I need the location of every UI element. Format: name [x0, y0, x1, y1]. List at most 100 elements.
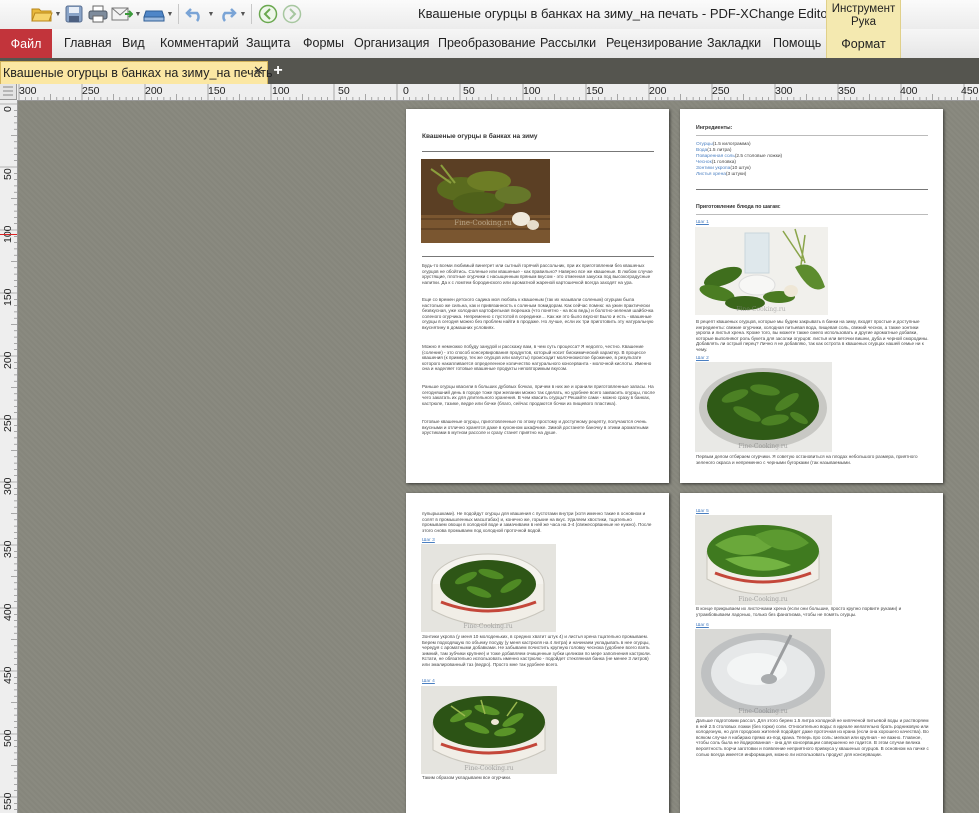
chevron-down-icon[interactable]: ▼: [166, 3, 174, 25]
chevron-down-icon[interactable]: ▼: [207, 3, 215, 25]
intro-paragraph: Можно я немножко побуду занудой и расска…: [422, 344, 652, 372]
tab-help[interactable]: Помощь: [773, 36, 821, 50]
tab-convert[interactable]: Преобразование: [438, 36, 536, 50]
chevron-down-icon[interactable]: ▼: [134, 3, 142, 25]
redo-icon[interactable]: [215, 3, 239, 25]
save-icon[interactable]: [62, 3, 86, 25]
pdf-page-1[interactable]: Квашеные огурцы в банках на зиму Fine-Co…: [406, 109, 669, 483]
ingredients-title: Ингредиенты:: [696, 125, 733, 131]
separator: [178, 4, 179, 24]
photo-pot-filled: Fine-Cooking.ru: [421, 686, 557, 774]
tab-mailings[interactable]: Рассылки: [540, 36, 596, 50]
divider: [422, 151, 654, 152]
step-link[interactable]: Шаг 5: [696, 509, 709, 514]
photo-watermark: Fine-Cooking.ru: [454, 219, 512, 227]
photo-watermark: Fine-Cooking.ru: [464, 765, 513, 772]
ingredient-link[interactable]: Огурцы: [696, 142, 713, 147]
tab-format[interactable]: Формат: [826, 29, 901, 58]
horizontal-ruler[interactable]: 300 250 200 150 100 50 0 50 100 150 200 …: [17, 84, 979, 101]
ruler-label: 350: [838, 85, 856, 97]
new-tab-button[interactable]: +: [270, 62, 286, 80]
step-text: В рецепт квашеных огурцов, которые мы бу…: [696, 319, 929, 352]
ruler-label: 100: [272, 85, 290, 97]
step-text: Дальше подготовим рассол. Для этого бере…: [696, 718, 929, 757]
step-link[interactable]: Шаг 3: [422, 538, 435, 543]
pdf-page-2[interactable]: Ингредиенты: Огурцы(1.5 килограмма) Вода…: [680, 109, 943, 483]
scan-icon[interactable]: [142, 3, 166, 25]
ingredient-link[interactable]: Поваренная соль: [696, 154, 735, 159]
step-link[interactable]: Шаг 2: [696, 356, 709, 361]
ruler-label: 0: [2, 106, 14, 112]
email-icon[interactable]: [110, 3, 134, 25]
print-icon[interactable]: [86, 3, 110, 25]
step-link[interactable]: Шаг 4: [422, 679, 435, 684]
forward-icon[interactable]: [280, 3, 304, 25]
ruler-label: 550: [2, 792, 14, 810]
ruler-label: 400: [2, 603, 14, 621]
ruler-label: 50: [338, 85, 350, 97]
ingredient-link[interactable]: Зонтики укропа: [696, 166, 730, 171]
ruler-cursor-marker: [0, 234, 17, 235]
ingredient-qty: (10 штук): [730, 166, 751, 171]
tab-forms[interactable]: Формы: [303, 36, 344, 50]
ingredient-link[interactable]: Чеснок: [696, 160, 712, 165]
chevron-down-icon[interactable]: ▼: [239, 3, 247, 25]
window-title: Квашеные огурцы в банках на зиму_на печа…: [418, 6, 832, 21]
photo-brine-bowl: Fine-Cooking.ru: [695, 629, 831, 717]
ruler-label: 250: [82, 85, 100, 97]
tab-protect[interactable]: Защита: [246, 36, 290, 50]
step-link[interactable]: Шаг 6: [696, 623, 709, 628]
document-tab[interactable]: Квашеные огурцы в банках на зиму_на печа…: [0, 61, 273, 84]
chevron-down-icon[interactable]: ▼: [54, 3, 62, 25]
tab-review[interactable]: Рецензирование: [606, 36, 703, 50]
ruler-label: 250: [2, 414, 14, 432]
pdf-page-4[interactable]: Шаг 5 Fine-Cooking.ru В конце прикрываем…: [680, 493, 943, 813]
divider: [696, 189, 928, 190]
close-icon[interactable]: ✕: [253, 63, 264, 79]
article-title: Квашеные огурцы в банках на зиму: [422, 133, 538, 140]
undo-icon[interactable]: [183, 3, 207, 25]
tab-comment[interactable]: Комментарий: [160, 36, 239, 50]
ruler-corner[interactable]: [0, 84, 17, 100]
intro-paragraph: Раньше огурцы квасили в больших дубовых …: [422, 384, 655, 406]
ruler-label: 500: [2, 729, 14, 747]
step-text: Таким образом укладываем все огурчики.: [422, 775, 512, 780]
separator: [251, 4, 252, 24]
photo-pot-cucumbers: Fine-Cooking.ru: [421, 544, 556, 632]
document-tab-label: Квашеные огурцы в банках на зиму_на печа…: [3, 66, 273, 80]
photo-watermark: Fine-Cooking.ru: [738, 596, 787, 603]
tab-view[interactable]: Вид: [122, 36, 145, 50]
ruler-label: 150: [208, 85, 226, 97]
ruler-label: 450: [961, 85, 979, 97]
ruler-label: 350: [2, 540, 14, 558]
ruler-ticks: [0, 103, 17, 810]
ruler-label: 200: [145, 85, 163, 97]
photo-watermark: Fine-Cooking.ru: [738, 708, 787, 715]
photo-ingredients: Fine-Cooking.ru: [695, 227, 828, 315]
ingredient-link[interactable]: Вода: [696, 148, 707, 153]
ingredient-item: Листья хрена(3 штуки): [696, 172, 782, 178]
pdf-page-3[interactable]: пупырышками). Не подойдут огурцы для ква…: [406, 493, 669, 813]
tab-bookmarks[interactable]: Закладки: [707, 36, 761, 50]
ruler-label: 150: [586, 85, 604, 97]
back-icon[interactable]: [256, 3, 280, 25]
ruler-label: 50: [463, 85, 475, 97]
tab-home[interactable]: Главная: [64, 36, 112, 50]
photo-watermark: Fine-Cooking.ru: [738, 443, 787, 450]
step-link[interactable]: Шаг 1: [696, 220, 709, 225]
divider: [696, 214, 928, 215]
document-canvas[interactable]: Квашеные огурцы в банках на зиму Fine-Co…: [18, 101, 979, 813]
ruler-label: 300: [775, 85, 793, 97]
document-tab-bar: Квашеные огурцы в банках на зиму_на печа…: [0, 58, 979, 84]
divider: [422, 256, 654, 257]
quick-access-toolbar: ▼ ▼ ▼ ▼ ▼: [30, 3, 304, 25]
vertical-ruler[interactable]: 0 50 100 150 200 250 300 350 400 450 500…: [0, 100, 18, 813]
ingredient-link[interactable]: Листья хрена: [696, 172, 726, 177]
intro-paragraph: Еще со времен детского садика моя любовь…: [422, 297, 654, 330]
open-folder-icon[interactable]: [30, 3, 54, 25]
ruler-label: 100: [523, 85, 541, 97]
ruler-label: 200: [2, 351, 14, 369]
tab-organize[interactable]: Организация: [354, 36, 429, 50]
tool-group-title: Инструмент Рука: [831, 3, 896, 28]
file-tab[interactable]: Файл: [0, 29, 52, 58]
